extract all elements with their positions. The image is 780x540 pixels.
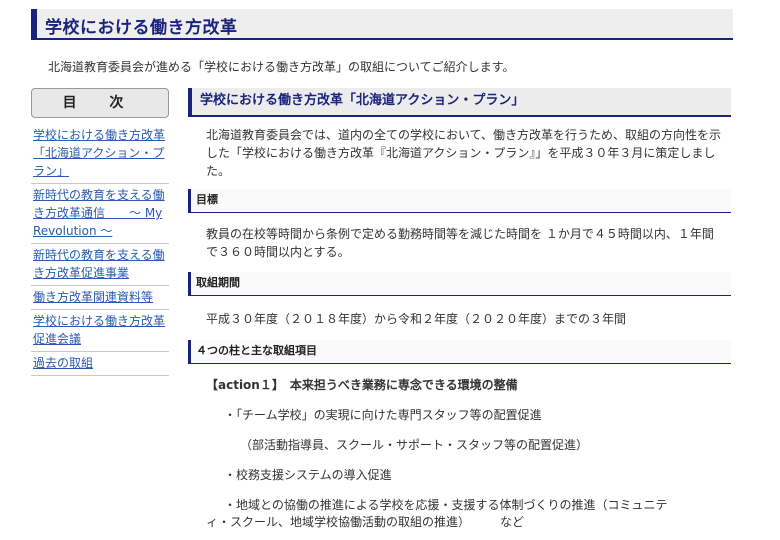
intro-text: 北海道教育委員会が進める「学校における働き方改革」の取組についてご紹介します。 — [48, 60, 515, 74]
goal-heading: 目標 — [188, 189, 731, 213]
section-title: 学校における働き方改革「北海道アクション・プラン」 — [188, 88, 731, 117]
bullet-team-school: ・「チーム学校」の実現に向けた専門スタッフ等の配置促進 — [224, 408, 542, 422]
toc-link-past-efforts[interactable]: 過去の取組 — [31, 352, 169, 376]
toc-link-newsletter[interactable]: 新時代の教育を支える働き方改革通信 ～ My Revolution ～ — [31, 184, 169, 244]
action1-heading: 【action１】 本来担うべき業務に専念できる環境の整備 — [206, 378, 518, 392]
page-title: 学校における働き方改革 — [45, 18, 238, 38]
bullet-community-line1: ・地域との協働の推進による学校を応援・支援する体制づくりの推進（コミュニテ — [224, 498, 668, 512]
toc-link-related-materials[interactable]: 働き方改革関連資料等 — [31, 286, 169, 310]
bullet-team-school-detail: （部活動指導員、スクール・サポート・スタッフ等の配置促進） — [240, 438, 589, 452]
period-text: 平成３０年度（２０１８年度）から令和２年度（２０２０年度）までの３年間 — [206, 312, 627, 326]
toc-link-action-plan[interactable]: 学校における働き方改革「北海道アクション・プラン」 — [31, 124, 169, 184]
toc-link-promotion-council[interactable]: 学校における働き方改革促進会議 — [31, 310, 169, 352]
period-heading: 取組期間 — [188, 272, 731, 296]
page-header: 学校における働き方改革 — [31, 9, 733, 40]
toc-link-promotion-project[interactable]: 新時代の教育を支える働き方改革促進事業 — [31, 244, 169, 286]
section-description: 北海道教育委員会では、道内の全ての学校において、働き方改革を行うため、取組の方向… — [206, 128, 722, 178]
pillars-heading: ４つの柱と主な取組項目 — [188, 340, 731, 364]
bullet-community-line2: ィ・スクール、地域学校協働活動の取組の推進） など — [206, 515, 525, 529]
toc-heading: 目 次 — [31, 88, 169, 118]
goal-text: 教員の在校等時間から条例で定める勤務時間等を減じた時間を １か月で４５時間以内、… — [206, 227, 714, 259]
toc-list: 学校における働き方改革「北海道アクション・プラン」 新時代の教育を支える働き方改… — [31, 124, 169, 376]
bullet-system: ・校務支援システムの導入促進 — [224, 468, 392, 482]
